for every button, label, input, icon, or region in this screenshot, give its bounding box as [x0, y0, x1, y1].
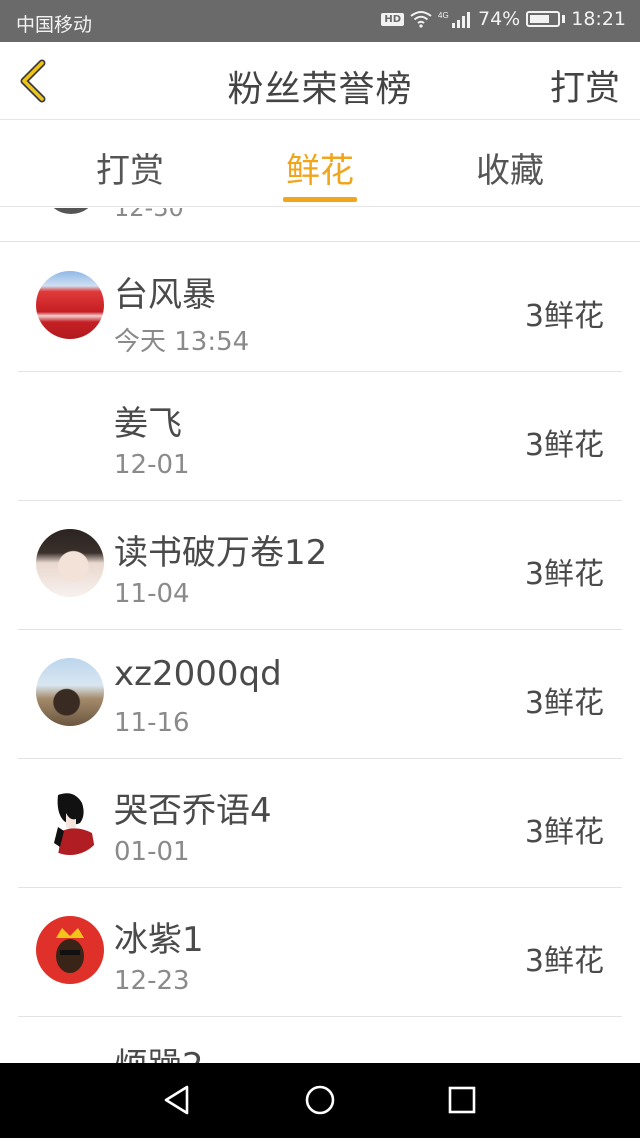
item-date: 11-04 — [114, 579, 190, 609]
avatar — [36, 658, 104, 726]
fan-list[interactable]: 12-30 台风暴 今天 13:54 3鲜花 姜飞 12-01 3鲜花 读书破万… — [0, 208, 640, 1063]
anime-avatar-illustration — [54, 793, 96, 855]
tab-bar: 打赏 鲜花 收藏 — [0, 121, 640, 207]
flower-count: 3鲜花 — [524, 299, 604, 334]
active-tab-indicator — [283, 197, 357, 202]
user-name: 读书破万卷12 — [114, 533, 328, 573]
avatar — [36, 916, 104, 984]
user-name: 冰紫1 — [114, 920, 204, 960]
battery-icon — [526, 11, 561, 27]
reward-button[interactable]: 打赏 — [550, 60, 620, 111]
item-date: 12-30 — [114, 208, 184, 222]
status-icons: HD 4G 74% 18:21 — [381, 8, 626, 30]
circle-home-icon[interactable] — [303, 1083, 337, 1117]
status-bar: 中国移动 HD 4G 74% 18:21 — [0, 0, 640, 42]
app-header: 粉丝荣誉榜 打赏 — [0, 42, 640, 120]
list-item[interactable]: 台风暴 今天 13:54 3鲜花 — [0, 243, 640, 372]
avatar — [36, 529, 104, 597]
user-name: 姜飞 — [114, 404, 182, 444]
user-name: xz2000qd — [114, 654, 282, 694]
tab-favorites[interactable]: 收藏 — [460, 143, 560, 192]
square-recents-icon[interactable] — [445, 1083, 479, 1117]
system-nav-bar — [0, 1063, 640, 1138]
item-date: 12-01 — [114, 450, 190, 480]
item-date: 01-01 — [114, 837, 190, 867]
tab-reward[interactable]: 打赏 — [80, 143, 180, 192]
avatar — [36, 787, 104, 855]
user-name: 烦躁2 — [114, 1038, 204, 1063]
list-item-partial-top: 12-30 — [0, 208, 640, 242]
triangle-back-icon[interactable] — [160, 1083, 194, 1117]
clock: 18:21 — [571, 8, 626, 30]
avatar — [36, 400, 104, 468]
list-item[interactable]: 读书破万卷12 11-04 3鲜花 — [0, 501, 640, 630]
user-name: 台风暴 — [114, 275, 216, 315]
carrier-name: 中国移动 — [16, 14, 93, 36]
list-item[interactable]: 哭否乔语4 01-01 3鲜花 — [0, 759, 640, 888]
flower-count: 3鲜花 — [524, 815, 604, 850]
hd-badge: HD — [381, 12, 404, 26]
flower-count: 3鲜花 — [524, 944, 604, 979]
crown-avatar-illustration — [56, 928, 84, 973]
list-item-partial-bottom[interactable]: 烦躁2 — [0, 1014, 640, 1063]
page-title: 粉丝荣誉榜 — [227, 69, 413, 110]
network-type: 4G — [438, 11, 449, 20]
flower-count: 3鲜花 — [524, 557, 604, 592]
tab-flowers[interactable]: 鲜花 — [270, 143, 370, 192]
flower-count: 3鲜花 — [524, 428, 604, 463]
avatar — [48, 208, 94, 214]
wifi-icon — [410, 11, 432, 28]
item-date: 今天 13:54 — [114, 327, 250, 357]
battery-percent: 74% — [478, 8, 521, 30]
battery-nub — [562, 15, 566, 23]
item-date: 12-23 — [114, 966, 190, 996]
flower-count: 3鲜花 — [524, 686, 604, 721]
list-item[interactable]: 冰紫1 12-23 3鲜花 — [0, 888, 640, 1017]
item-date: 11-16 — [114, 708, 190, 738]
list-item[interactable]: xz2000qd 11-16 3鲜花 — [0, 630, 640, 759]
list-item[interactable]: 姜飞 12-01 3鲜花 — [0, 372, 640, 501]
avatar — [36, 271, 104, 339]
battery-fill — [530, 15, 550, 23]
signal-icon: 4G — [438, 11, 470, 28]
user-name: 哭否乔语4 — [114, 791, 272, 831]
